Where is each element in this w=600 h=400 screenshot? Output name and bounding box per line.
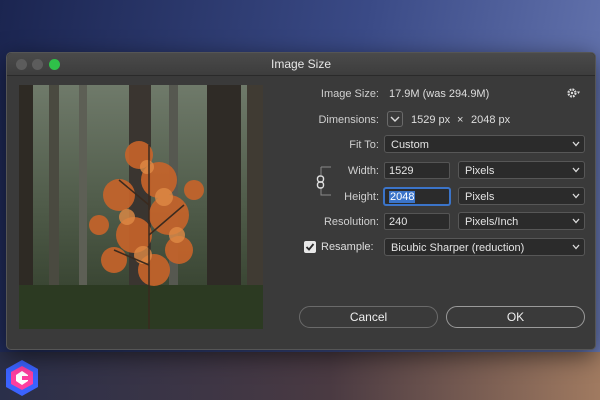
dimensions-label: Dimensions: [318,114,379,126]
fit-to-label: Fit To: [349,139,379,151]
forest-photo [19,85,263,329]
resample-checkbox[interactable] [304,241,316,253]
height-label: Height: [344,191,379,203]
dimensions-height: 2048 px [471,114,511,126]
height-input[interactable]: 2048 [384,188,450,205]
resample-method-select[interactable]: Bicubic Sharper (reduction) [384,238,585,256]
chevron-down-icon [572,193,580,199]
fit-to-value: Custom [391,139,429,151]
dialog-title: Image Size [270,57,332,71]
image-preview[interactable] [19,85,263,329]
ok-button[interactable]: OK [446,306,585,328]
app-logo-icon [6,360,38,396]
dimensions-width: 1529 px [411,114,451,126]
width-unit-value: Pixels [465,165,495,177]
chain-link-icon[interactable] [315,175,327,189]
resolution-unit-select[interactable]: Pixels/Inch [458,212,585,230]
cancel-button[interactable]: Cancel [299,306,438,328]
height-unit-value: Pixels [465,191,495,203]
chevron-down-icon [572,167,580,173]
resample-label: Resample: [321,241,374,253]
image-size-label: Image Size: [320,88,379,100]
chevron-down-icon [390,116,400,122]
fit-to-select[interactable]: Custom [384,135,585,153]
image-size-value: 17.9M (was 294.9M) [389,88,490,100]
gear-icon[interactable] [567,87,581,99]
checkmark-icon [305,243,315,251]
resolution-unit-value: Pixels/Inch [465,216,519,228]
width-input[interactable]: 1529 [384,162,450,179]
chevron-down-icon [572,244,580,250]
dimensions-units-menu[interactable] [387,111,403,127]
dimensions-times: × [457,114,464,126]
chevron-down-icon [572,141,580,147]
image-size-dialog: Image Size Image Size: 17.9M (was 294.9M… [6,52,596,350]
resolution-label: Resolution: [323,216,379,228]
resample-method-value: Bicubic Sharper (reduction) [391,242,525,254]
height-input-value: 2048 [389,191,416,203]
dialog-titlebar[interactable]: Image Size [7,53,595,76]
chevron-down-icon [572,218,580,224]
height-unit-select[interactable]: Pixels [458,187,585,205]
width-unit-select[interactable]: Pixels [458,161,585,179]
resolution-input[interactable]: 240 [384,213,450,230]
desktop-bottom-band [0,352,600,400]
